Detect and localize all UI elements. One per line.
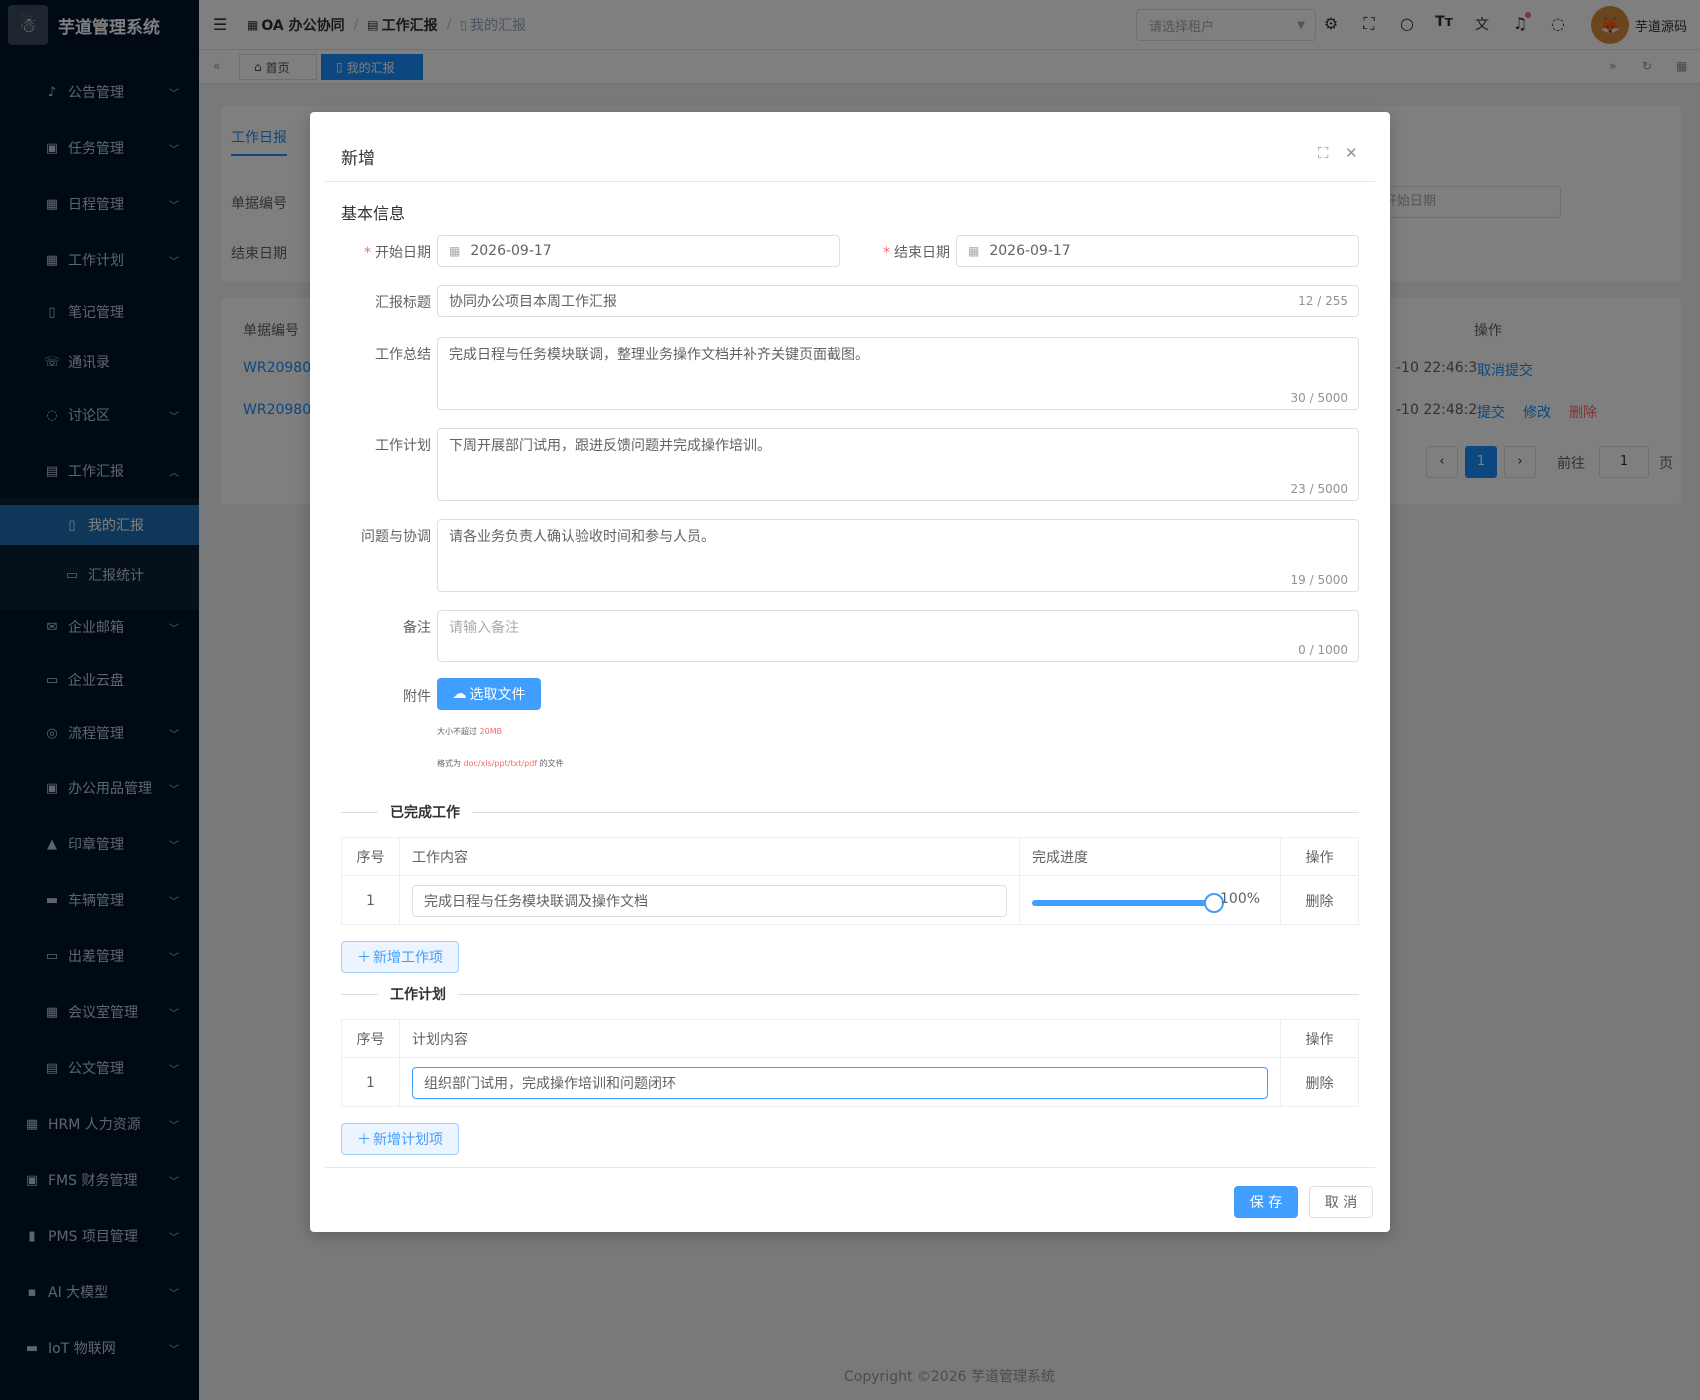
dialog-header-divider <box>325 181 1375 182</box>
progress-slider[interactable] <box>1032 893 1224 913</box>
remark-placeholder: 请输入备注 <box>449 620 519 636</box>
done-divider <box>341 812 1359 813</box>
content-cell: 组织部门试用，完成操作培训和问题闭环 <box>400 1058 1281 1107</box>
table-header-row: 序号 工作内容 完成进度 操作 <box>342 838 1358 876</box>
plan-section-title: 工作计划 <box>378 984 458 1004</box>
done-work-table: 序号 工作内容 完成进度 操作 1 完成日程与任务模块联调及操作文档 100% … <box>341 837 1359 925</box>
col-progress: 完成进度 <box>1020 838 1281 875</box>
upload-label: 选取文件 <box>469 687 526 703</box>
add-report-dialog: 新增 ⛶ ✕ 基本信息 * 开始日期 ▦ 2026-09-17 * 结束日期 ▦ 2… <box>310 112 1390 1232</box>
row-index: 1 <box>342 876 400 925</box>
issue-textarea[interactable]: 请各业务负责人确认验收时间和参与人员。 19 / 5000 <box>437 519 1359 592</box>
report-title-label: 汇报标题 <box>375 295 431 311</box>
char-count: 12 / 255 <box>1298 294 1348 308</box>
plan-content-input[interactable]: 组织部门试用，完成操作培训和问题闭环 <box>412 1066 1268 1099</box>
add-plan-item-button[interactable]: ＋新增计划项 <box>341 1123 459 1155</box>
delete-row-button[interactable]: 删除 <box>1281 876 1358 925</box>
summary-textarea[interactable]: 完成日程与任务模块联调，整理业务操作文档并补齐关键页面截图。 30 / 5000 <box>437 337 1359 410</box>
attachment-label: 附件 <box>403 689 431 705</box>
issue-label: 问题与协调 <box>361 529 431 545</box>
maximize-icon[interactable]: ⛶ <box>1318 144 1329 162</box>
char-count: 19 / 5000 <box>1290 573 1348 587</box>
slider-fill <box>1032 900 1214 906</box>
plan-divider <box>341 994 1359 995</box>
section-basic-info: 基本信息 <box>341 204 406 223</box>
issue-value: 请各业务负责人确认验收时间和参与人员。 <box>449 529 715 545</box>
add-work-item-button[interactable]: ＋新增工作项 <box>341 941 459 973</box>
char-count: 0 / 1000 <box>1298 643 1348 657</box>
calendar-icon: ▦ <box>449 244 461 258</box>
col-content: 计划内容 <box>400 1020 1281 1057</box>
col-action: 操作 <box>1305 849 1334 866</box>
plan-value: 下周开展部门试用，跟进反馈问题并完成操作培训。 <box>449 438 771 454</box>
upload-tip-size: 大小不超过 20MB <box>437 727 503 736</box>
calendar-icon: ▦ <box>968 244 980 258</box>
select-file-button[interactable]: ☁ 选取文件 <box>437 678 541 710</box>
delete-row-button[interactable]: 删除 <box>1281 1058 1358 1107</box>
dialog-title: 新增 <box>341 149 375 169</box>
start-date-label: * 开始日期 <box>364 245 431 261</box>
plan-textarea[interactable]: 下周开展部门试用，跟进反馈问题并完成操作培训。 23 / 5000 <box>437 428 1359 501</box>
add-plan-label: 新增计划项 <box>373 1132 443 1148</box>
report-title-input[interactable]: 协同办公项目本周工作汇报 12 / 255 <box>437 285 1359 317</box>
table-row: 1 完成日程与任务模块联调及操作文档 100% 删除 <box>342 876 1358 925</box>
done-section-title: 已完成工作 <box>378 802 472 822</box>
close-icon[interactable]: ✕ <box>1345 144 1358 162</box>
content-cell: 完成日程与任务模块联调及操作文档 <box>400 876 1020 925</box>
add-work-label: 新增工作项 <box>373 950 443 966</box>
plan-label: 工作计划 <box>375 438 431 454</box>
remark-textarea[interactable]: 请输入备注 0 / 1000 <box>437 610 1359 662</box>
dialog-footer-divider <box>325 1167 1375 1168</box>
table-header-row: 序号 计划内容 操作 <box>342 1020 1358 1058</box>
progress-text: 100% <box>1220 891 1261 907</box>
remark-label: 备注 <box>403 620 431 636</box>
report-title-value: 协同办公项目本周工作汇报 <box>449 294 617 310</box>
cancel-button[interactable]: 取 消 <box>1309 1186 1373 1218</box>
summary-label: 工作总结 <box>375 347 431 363</box>
cloud-upload-icon: ☁ <box>452 686 467 702</box>
col-index: 序号 <box>342 838 400 875</box>
progress-cell: 100% <box>1020 876 1281 925</box>
save-button[interactable]: 保 存 <box>1234 1186 1298 1218</box>
table-row: 1 组织部门试用，完成操作培训和问题闭环 删除 <box>342 1058 1358 1107</box>
plan-content-value: 组织部门试用，完成操作培训和问题闭环 <box>424 1075 676 1092</box>
row-index: 1 <box>342 1058 400 1107</box>
plus-icon: ＋ <box>357 950 371 966</box>
plan-table: 序号 计划内容 操作 1 组织部门试用，完成操作培训和问题闭环 删除 <box>341 1019 1359 1107</box>
work-content-input[interactable]: 完成日程与任务模块联调及操作文档 <box>412 884 1007 917</box>
end-date-picker[interactable]: ▦ 2026-09-17 <box>956 235 1359 267</box>
char-count: 23 / 5000 <box>1290 482 1348 496</box>
col-action: 操作 <box>1305 1031 1334 1048</box>
end-date-value: 2026-09-17 <box>989 243 1071 259</box>
char-count: 30 / 5000 <box>1290 391 1348 405</box>
end-date-label: * 结束日期 <box>883 245 950 261</box>
col-index: 序号 <box>342 1020 400 1057</box>
summary-value: 完成日程与任务模块联调，整理业务操作文档并补齐关键页面截图。 <box>449 347 869 363</box>
work-content-value: 完成日程与任务模块联调及操作文档 <box>424 893 648 910</box>
start-date-value: 2026-09-17 <box>470 243 552 259</box>
col-content: 工作内容 <box>400 838 1020 875</box>
upload-tip-format: 格式为 doc/xls/ppt/txt/pdf 的文件 <box>437 759 564 768</box>
plus-icon: ＋ <box>357 1132 371 1148</box>
start-date-picker[interactable]: ▦ 2026-09-17 <box>437 235 840 267</box>
